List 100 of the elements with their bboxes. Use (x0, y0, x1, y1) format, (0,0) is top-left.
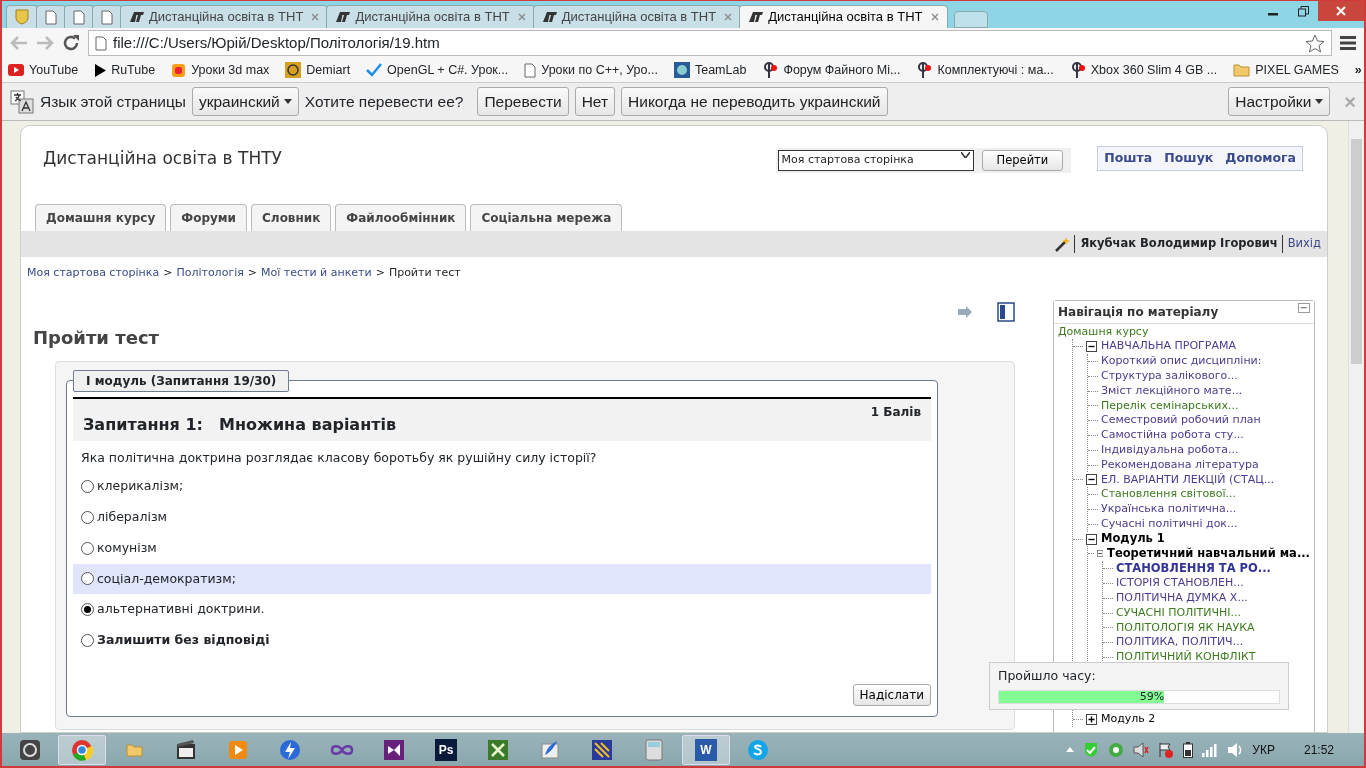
translate-bar-button[interactable]: Нет (574, 86, 616, 117)
tree-item[interactable]: СТАНОВЛЕННЯ ТА РО... (1116, 560, 1271, 578)
browser-tab[interactable]: Дистанційна освіта в ТНТ (739, 5, 948, 28)
bookmark[interactable]: YouTube (8, 60, 79, 80)
tree-item[interactable]: ІСТОРІЯ СТАНОВЛЕН... (1116, 575, 1244, 592)
answer-row[interactable]: альтернативні доктрини. (73, 594, 931, 625)
browser-tab[interactable]: Дистанційна освіта в ТНТ (120, 5, 329, 28)
answer-row[interactable]: клерикалізм; (73, 471, 931, 502)
collapse-icon[interactable] (1096, 548, 1104, 560)
answer-row[interactable]: Залишити без відповіді (73, 625, 931, 656)
expand-icon[interactable] (1086, 713, 1097, 725)
go-button[interactable]: Перейти (981, 150, 1064, 172)
answer-row[interactable]: соціал-демократизм; (73, 563, 931, 595)
radio-button[interactable] (81, 603, 94, 617)
radio-button[interactable] (81, 510, 94, 524)
clock[interactable]: 21:52 (1303, 740, 1334, 759)
collapse-icon[interactable] (1086, 533, 1097, 545)
tree-item[interactable]: Модуль 1 (1101, 530, 1165, 548)
sidebar-toggle-icon[interactable] (997, 301, 1015, 322)
breadcrumb-link[interactable]: Моя стартова сторінка (27, 265, 160, 282)
taskbar-button[interactable]: Ps (422, 734, 470, 765)
collapse-icon[interactable] (1086, 474, 1097, 486)
settings-dropdown[interactable]: Настройки (1228, 86, 1331, 117)
tree-item[interactable]: Семестровий робочий план (1101, 412, 1261, 429)
tree-item[interactable]: Структура залікового... (1101, 368, 1238, 385)
tree-item[interactable]: Теоретичний навчальний ма... (1107, 545, 1310, 563)
more-bookmarks-button[interactable]: » (1354, 60, 1362, 80)
flag-icon[interactable] (1158, 741, 1175, 758)
header-link[interactable]: Допомога (1225, 149, 1296, 168)
address-bar[interactable]: file:///C:/Users/Юрій/Desktop/Політологія/19.htm (88, 30, 1332, 56)
breadcrumb-link[interactable]: Політологія (176, 265, 244, 282)
tree-item[interactable]: Становлення світової... (1101, 486, 1236, 503)
translate-bar-button[interactable]: Никогда не переводить украинский (621, 86, 888, 117)
tree-item[interactable]: Сучасні політичні док... (1101, 516, 1238, 533)
radio-button[interactable] (81, 541, 94, 555)
header-link[interactable]: Пошук (1164, 149, 1214, 168)
arrow-icon[interactable] (957, 305, 973, 318)
bookmark[interactable]: RuTube (94, 60, 156, 80)
tree-item[interactable]: Рекомендована література (1101, 456, 1259, 474)
bookmark[interactable]: Уроки 3d max (171, 60, 270, 80)
tree-item[interactable]: ЕЛ. ВАРІАНТИ ЛЕКЦІЙ (СТАЦ... (1101, 471, 1275, 489)
bookmark[interactable]: OpenGL + C#. Урок... (366, 60, 509, 80)
browser-tab[interactable] (64, 5, 94, 28)
shield-check-icon[interactable] (1083, 741, 1100, 758)
translate-bar-button[interactable]: Перевести (477, 86, 569, 117)
tree-item[interactable]: ПОЛІТИЧНА ДУМКА Х... (1116, 590, 1248, 607)
tree-item[interactable]: ПОЛІТИКА, ПОЛІТИЧ... (1116, 634, 1244, 651)
radio-button[interactable] (81, 633, 94, 647)
answer-row[interactable]: лібералізм (73, 502, 931, 533)
radio-button[interactable] (81, 480, 94, 494)
browser-tab[interactable] (92, 5, 122, 28)
tree-item[interactable]: НАВЧАЛЬНА ПРОГРАМА (1101, 338, 1236, 355)
close-icon[interactable] (930, 13, 939, 21)
tree-item[interactable]: ПОЛІТОЛОГІЯ ЯК НАУКА (1116, 619, 1255, 637)
star-icon[interactable] (1305, 33, 1325, 53)
tree-item[interactable]: ПОЛІТИЧНИЙ КОНФЛІКТ (1116, 649, 1256, 666)
site-tab[interactable]: Соціальна мережа (470, 204, 623, 231)
tree-item[interactable]: Українська політична... (1101, 501, 1237, 518)
bookmark[interactable]: Комплектуючі : ма... (916, 60, 1054, 80)
signal-icon[interactable] (1202, 742, 1219, 757)
tree-item[interactable]: СУЧАСНІ ПОЛІТИЧНІ... (1116, 604, 1242, 622)
speaker-muted-icon[interactable] (1133, 741, 1150, 758)
scrollbar-thumb[interactable] (1351, 139, 1362, 364)
bookmark[interactable]: PIXEL GAMES (1233, 60, 1339, 80)
restore-icon[interactable] (1297, 5, 1309, 17)
bookmark[interactable]: Xbox 360 Slim 4 GB ... (1069, 60, 1218, 80)
bookmark[interactable]: Уроки по С++, Уро... (524, 60, 658, 80)
logout-link[interactable]: Вихід (1281, 235, 1321, 253)
tree-item[interactable]: Домашня курсу (1058, 323, 1149, 341)
site-tab[interactable]: Форуми (170, 204, 248, 231)
volume-icon[interactable] (1227, 741, 1244, 758)
site-tab[interactable]: Словник (251, 204, 332, 231)
tree-item[interactable]: Перелік семінарських... (1101, 397, 1239, 415)
language-dropdown[interactable]: украинский (191, 86, 299, 117)
radio-button[interactable] (81, 572, 94, 586)
collapse-icon[interactable] (1086, 341, 1097, 353)
close-icon[interactable] (517, 13, 526, 21)
bookmark[interactable]: Форум Файного Мі... (762, 60, 901, 80)
language-indicator[interactable]: УКР (1252, 740, 1275, 759)
bookmark[interactable]: TeamLab (673, 60, 747, 80)
site-tab[interactable]: Домашня курсу (35, 204, 167, 231)
caret-up-icon[interactable] (1066, 747, 1075, 752)
tree-item[interactable]: Короткий опис дисципліни: (1101, 353, 1262, 370)
site-tab[interactable]: Файлообмінник (335, 204, 467, 231)
browser-tab[interactable]: Дистанційна освіта в ТНТ (532, 5, 742, 28)
tree-item[interactable]: Індивідуальна робота... (1101, 442, 1239, 459)
browser-tab[interactable]: Дистанційна освіта в ТНТ (326, 5, 535, 28)
submit-button[interactable]: Надіслати (852, 683, 931, 706)
close-icon[interactable] (311, 13, 320, 21)
bookmark[interactable]: Demiart (285, 60, 351, 80)
close-icon[interactable] (724, 13, 733, 21)
tree-item[interactable]: Зміст лекційного мате... (1101, 382, 1243, 400)
reload-icon[interactable] (62, 34, 80, 52)
tree-item[interactable]: Модуль 2 (1101, 711, 1156, 728)
header-link[interactable]: Пошта (1104, 149, 1153, 168)
collapse-button[interactable]: − (1297, 302, 1310, 313)
battery-icon[interactable] (1183, 741, 1194, 758)
taskbar-button[interactable]: W (682, 734, 730, 765)
answer-row[interactable]: комунізм (73, 532, 931, 564)
circle-icon[interactable] (1108, 741, 1125, 758)
